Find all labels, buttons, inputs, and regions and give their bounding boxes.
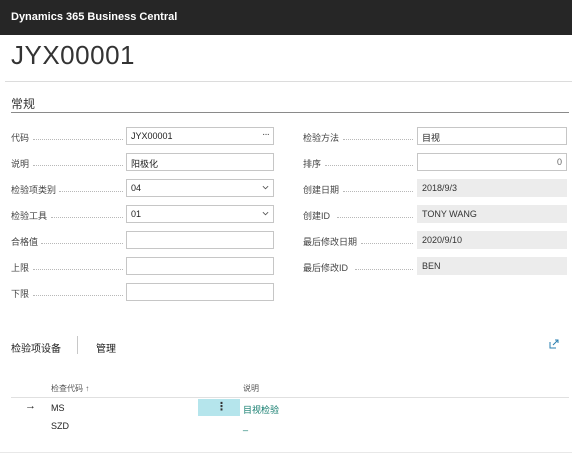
lower-limit-field[interactable] [126,283,274,301]
section-divider [11,112,569,113]
field-label: 上限 [11,263,30,273]
field-row-code: 代码 JYX00001 ··· [11,127,275,147]
dotted-leader [343,179,413,192]
created-date-value: 2018/9/3 [422,183,458,193]
field-row-modified-id: 最后修改ID BEN [303,257,567,277]
modified-date-value: 2020/9/10 [422,235,463,245]
field-row-item-category: 检验项类别 04 [11,179,275,199]
expand-icon[interactable] [549,339,559,349]
upper-limit-field[interactable] [126,257,274,275]
dotted-leader [343,127,413,140]
row-selected-arrow-icon: → [25,400,36,412]
sort-value: 0 [556,157,562,167]
grid-header-divider [11,397,569,398]
modified-date-field: 2020/9/10 [417,231,567,249]
item-category-value: 04 [131,183,142,193]
field-row-upper-limit: 上限 [11,257,275,277]
sort-field[interactable]: 0 [417,153,567,171]
bottom-divider [0,452,572,453]
row-description-link[interactable]: _ [243,421,248,431]
field-label: 最后修改ID [303,263,349,273]
field-label: 下限 [11,289,30,299]
dotted-leader [33,127,123,140]
field-row-created-date: 创建日期 2018/9/3 [303,179,567,199]
field-label: 检验项类别 [11,185,57,195]
created-id-field: TONY WANG [417,205,567,223]
created-id-value: TONY WANG [422,209,477,219]
page-title: JYX00001 [11,40,135,70]
field-label: 代码 [11,133,30,143]
field-row-lower-limit: 下限 [11,283,275,303]
row-menu-button[interactable]: ⋮ [198,399,240,416]
ellipsis-icon[interactable]: ··· [262,129,270,140]
field-row-method: 检验方法 目视 [303,127,567,147]
title-divider [5,81,572,82]
field-row-qualified-value: 合格值 [11,231,275,251]
field-label: 最后修改日期 [303,237,358,247]
dotted-leader [337,205,413,218]
chevron-down-icon[interactable] [262,210,269,217]
column-header-description[interactable]: 说明 [243,383,259,394]
field-label: 创建日期 [303,185,340,195]
dotted-leader [361,231,413,244]
field-label: 检验方法 [303,133,340,143]
dotted-leader [59,179,123,192]
table-row[interactable] [0,399,572,416]
qualified-value-field[interactable] [126,231,274,249]
method-value: 目视 [422,133,441,143]
tab-manage[interactable]: 管理 [96,340,116,355]
modified-id-value: BEN [422,261,441,271]
field-row-sort: 排序 0 [303,153,567,173]
dotted-leader [355,257,413,270]
dotted-leader [33,153,123,166]
description-value: 阳极化 [131,159,159,169]
field-row-created-id: 创建ID TONY WANG [303,205,567,225]
row-code[interactable]: SZD [51,421,69,431]
tab-inspection-equipment[interactable]: 检验项设备 [11,340,61,355]
field-label: 合格值 [11,237,39,247]
method-field[interactable]: 目视 [417,127,567,145]
created-date-field: 2018/9/3 [417,179,567,197]
field-row-description: 说明 阳极化 [11,153,275,173]
modified-id-field: BEN [417,257,567,275]
dotted-leader [51,205,123,218]
dotted-leader [325,153,413,166]
field-row-modified-date: 最后修改日期 2020/9/10 [303,231,567,251]
column-header-code[interactable]: 检查代码 ↑ [51,383,89,394]
dotted-leader [41,231,123,244]
app-header: Dynamics 365 Business Central [0,0,572,35]
description-field[interactable]: 阳极化 [126,153,274,171]
field-label: 检验工具 [11,211,48,221]
section-title-general[interactable]: 常规 [11,95,35,112]
chevron-down-icon[interactable] [262,184,269,191]
field-label: 创建ID [303,211,331,221]
code-field[interactable]: JYX00001 ··· [126,127,274,145]
row-description-link[interactable]: 目视检验 [243,403,279,416]
tab-divider [77,336,78,354]
tool-dropdown[interactable]: 01 [126,205,274,223]
app-title: Dynamics 365 Business Central [11,11,178,23]
dotted-leader [33,283,123,296]
row-code[interactable]: MS [51,403,65,413]
item-category-dropdown[interactable]: 04 [126,179,274,197]
field-label: 说明 [11,159,30,169]
dotted-leader [33,257,123,270]
more-vertical-icon[interactable]: ⋮ [216,400,227,413]
code-value: JYX00001 [131,131,173,141]
field-row-tool: 检验工具 01 [11,205,275,225]
tool-value: 01 [131,209,142,219]
field-label: 排序 [303,159,322,169]
